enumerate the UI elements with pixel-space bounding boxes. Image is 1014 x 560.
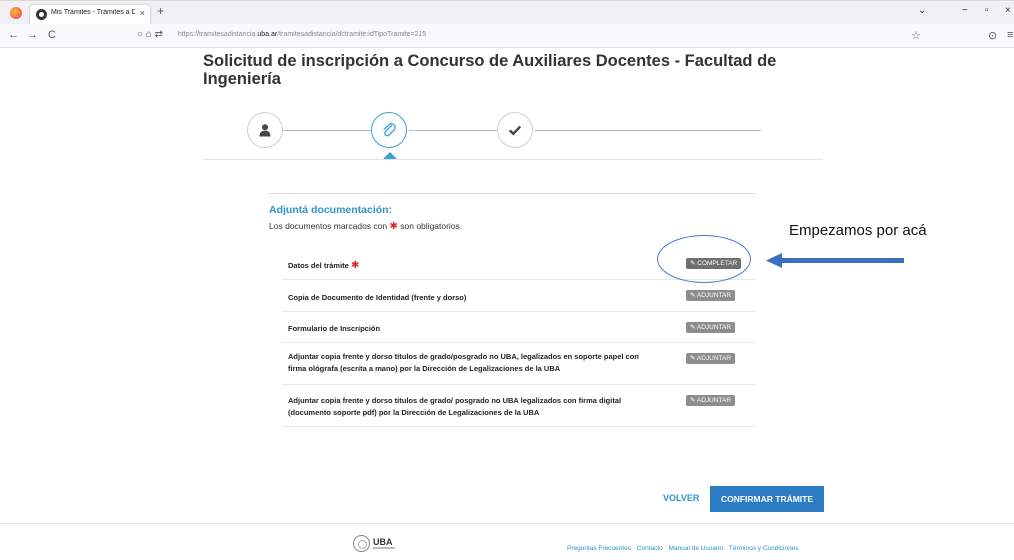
document-row-dni: Copia de Documento de Identidad (frente …: [282, 280, 756, 312]
firefox-icon[interactable]: [10, 7, 22, 19]
tab-list-icon[interactable]: ⌄: [918, 5, 926, 16]
minimize-button[interactable]: −: [962, 5, 968, 16]
browser-tab-bar: Mis Trámites - Trámites a Dista × + ⌄ − …: [0, 0, 1014, 24]
check-icon: [508, 125, 522, 136]
uba-logo-icon: [353, 535, 370, 552]
stepper-connector: [283, 130, 373, 131]
attach-button[interactable]: ✎ ADJUNTAR: [686, 353, 736, 364]
left-arrow-icon: [766, 253, 904, 268]
browser-nav-bar: ← → C ○ ⌂ ⇄ https://tramitesadistancia.u…: [0, 24, 1014, 48]
site-favicon-icon: [36, 9, 47, 20]
url-bar[interactable]: https://tramitesadistancia.uba.ar/tramit…: [178, 31, 426, 38]
stepper-connector: [535, 130, 761, 131]
document-label: Copia de Documento de Identidad (frente …: [288, 293, 467, 302]
tab-title: Mis Trámites - Trámites a Dista: [51, 9, 135, 16]
url-prefix: https://tramitesadistancia.: [178, 31, 258, 38]
attach-button[interactable]: ✎ ADJUNTAR: [686, 395, 736, 406]
document-label: Formulario de Inscripción: [288, 324, 381, 333]
back-arrow-icon[interactable]: ←: [8, 29, 19, 41]
page-title: Solicitud de inscripción a Concurso de A…: [203, 52, 777, 88]
back-link[interactable]: VOLVER: [663, 493, 699, 503]
step-attachments[interactable]: [371, 112, 407, 148]
footer-divider: [0, 523, 1014, 524]
note-text-before: Los documentos marcados con: [269, 221, 388, 231]
new-tab-button[interactable]: +: [157, 4, 164, 18]
document-label: Adjuntar copia frente y dorso títulos de…: [288, 396, 622, 417]
document-row-titulo-papel: Adjuntar copia frente y dorso títulos de…: [282, 343, 756, 385]
step-confirm[interactable]: [497, 112, 533, 148]
document-row-formulario: Formulario de Inscripción ✎ ADJUNTAR: [282, 312, 756, 343]
bookmark-star-icon[interactable]: ☆: [911, 29, 921, 42]
url-domain: uba.ar: [257, 31, 278, 38]
site-info-icons[interactable]: ○ ⌂ ⇄: [137, 29, 163, 40]
document-label-text: Datos del trámite: [288, 261, 349, 270]
reload-icon[interactable]: C: [48, 29, 56, 41]
documents-heading: Adjuntá documentación:: [269, 204, 393, 216]
footer-link-terms[interactable]: Términos y Condiciones: [729, 545, 799, 552]
maximize-button[interactable]: ▫: [985, 5, 989, 16]
url-suffix: /tramitesadistancia/dctramite:idTipoTram…: [277, 31, 427, 38]
document-label: Datos del trámite ✱: [288, 260, 648, 272]
uba-logo-text: UBA: [373, 537, 393, 547]
step-personal-data[interactable]: [247, 112, 283, 148]
uba-logo-subline: [373, 547, 395, 549]
footer-link-faq[interactable]: Preguntas Frecuentes: [567, 545, 631, 552]
note-text-after: son obligatorios.: [400, 221, 463, 231]
progress-stepper: [203, 108, 823, 164]
attach-button[interactable]: ✎ ADJUNTAR: [686, 290, 736, 301]
required-star-icon: ✱: [389, 221, 398, 232]
pocket-icon[interactable]: ⊙: [988, 29, 997, 42]
active-step-pointer: [383, 152, 397, 159]
menu-icon[interactable]: ≡: [1007, 29, 1013, 41]
footer-links: Preguntas Frecuentes Contacto Manual de …: [567, 545, 803, 552]
documents-note: Los documentos marcados con ✱ son obliga…: [269, 221, 462, 232]
footer-link-contact[interactable]: Contacto: [637, 545, 663, 552]
annotation-text: Empezamos por acá: [789, 222, 927, 239]
required-star-icon: ✱: [350, 260, 360, 271]
stepper-baseline: [203, 159, 823, 160]
section-divider: [268, 193, 756, 194]
attach-button[interactable]: ✎ ADJUNTAR: [686, 322, 736, 333]
stepper-connector: [409, 130, 499, 131]
paperclip-icon: [383, 123, 396, 137]
forward-arrow-icon[interactable]: →: [27, 29, 38, 41]
document-label: Adjuntar copia frente y dorso títulos de…: [288, 352, 639, 373]
tab-close-icon[interactable]: ×: [140, 8, 145, 18]
confirm-procedure-button[interactable]: CONFIRMAR TRÁMITE: [710, 486, 824, 512]
browser-tab[interactable]: Mis Trámites - Trámites a Dista ×: [30, 5, 150, 24]
close-window-button[interactable]: ×: [1005, 5, 1011, 16]
highlight-ellipse: [657, 235, 751, 283]
user-icon: [259, 124, 271, 137]
document-row-titulo-digital: Adjuntar copia frente y dorso títulos de…: [282, 385, 756, 427]
footer-link-manual[interactable]: Manual de Usuario: [669, 545, 724, 552]
